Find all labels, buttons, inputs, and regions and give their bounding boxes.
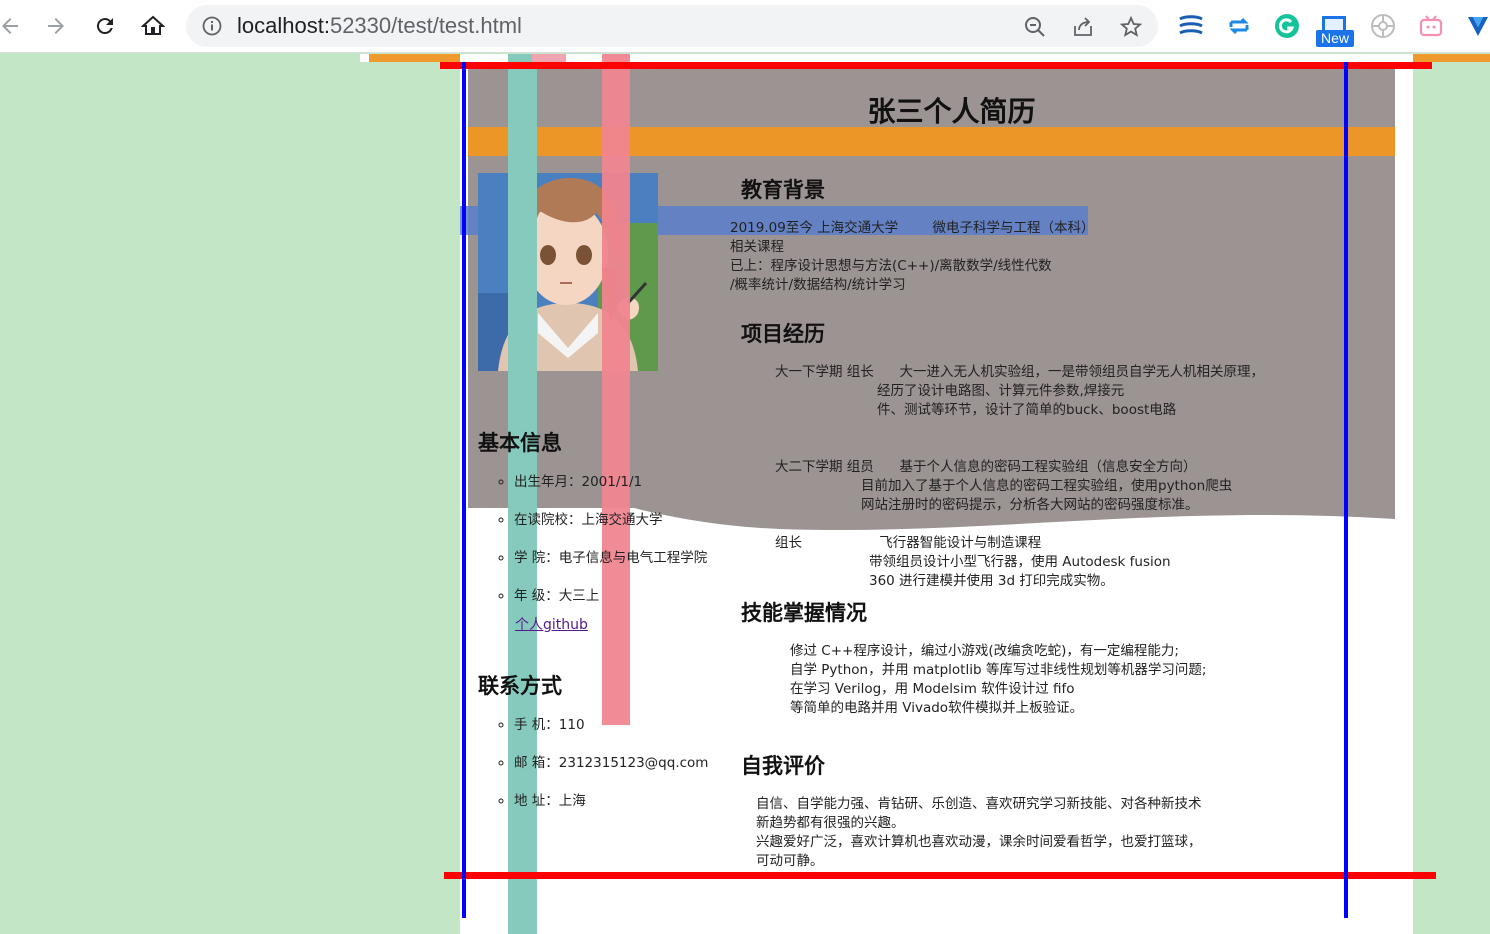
back-button[interactable]	[0, 10, 26, 42]
education-line-3: 已上：程序设计思想与方法(C++)/离散数学/线性代数	[730, 258, 1052, 274]
extension-bilibili-icon[interactable]	[1416, 11, 1446, 41]
education-line-2: 相关课程	[730, 239, 784, 255]
contact-heading: 联系方式	[478, 674, 562, 698]
red-guide-line-top	[440, 62, 1432, 69]
projects-heading: 项目经历	[741, 322, 825, 346]
contact-list: 手 机：110 邮 箱：2312315123@qq.com 地 址：上海	[496, 716, 708, 830]
github-link[interactable]: 个人github	[515, 614, 588, 634]
home-button[interactable]	[137, 10, 169, 42]
skills-line-2: 自学 Python，并用 matplotlib 等库写过非线性规划等机器学习问题…	[790, 662, 1207, 678]
back-arrow-icon	[2, 18, 18, 34]
self-eval-line-1: 自信、自学能力强、肯钻研、乐创造、喜欢研究学习新技能、对各种新技术	[756, 796, 1202, 812]
self-eval-line-4: 可动可静。	[756, 853, 824, 869]
extension-grammarly-icon[interactable]	[1272, 11, 1302, 41]
home-icon	[141, 15, 165, 35]
red-guide-line-bottom	[444, 872, 1436, 879]
extension-stack-icon[interactable]	[1176, 11, 1206, 41]
basic-info-college: 学 院：电子信息与电气工程学院	[514, 549, 707, 587]
reload-button[interactable]	[89, 10, 121, 42]
forward-arrow-icon	[48, 18, 64, 34]
education-line-4: /概率统计/数据结构/统计学习	[730, 277, 906, 293]
url-text[interactable]: localhost:52330/test/test.html	[237, 13, 522, 39]
forward-button[interactable]	[40, 10, 72, 42]
site-info-icon[interactable]	[202, 16, 222, 40]
skills-line-4: 等简单的电路并用 Vivado软件模拟并上板验证。	[790, 700, 1084, 716]
project-2-line-2: 目前加入了基于个人信息的密码工程实验组，使用python爬虫	[861, 478, 1233, 494]
address-bar[interactable]: localhost:52330/test/test.html	[186, 5, 1158, 47]
browser-toolbar: localhost:52330/test/test.html New	[0, 0, 1490, 53]
url-path: 52330/test/test.html	[329, 13, 522, 38]
bookmark-star-icon[interactable]	[1118, 14, 1144, 40]
extension-flower-icon[interactable]	[1368, 11, 1398, 41]
project-1-line-1: 大一下学期 组长 大一进入无人机实验组，一是带领组员自学无人机相关原理，	[775, 364, 1265, 380]
contact-phone: 手 机：110	[514, 716, 708, 754]
basic-info-school: 在读院校：上海交通大学	[514, 511, 707, 549]
self-eval-line-2: 新趋势都有很强的兴趣。	[756, 815, 905, 831]
share-icon[interactable]	[1070, 14, 1096, 40]
self-eval-line-3: 兴趣爱好广泛，喜欢计算机也喜欢动漫，课余时间爱看哲学，也爱打篮球，	[756, 834, 1202, 850]
basic-info-birth: 出生年月：2001/1/1	[514, 473, 707, 511]
blue-guide-line-left	[462, 62, 466, 918]
extension-v-icon[interactable]	[1463, 11, 1490, 41]
pink-top-mark	[532, 54, 566, 62]
reload-icon	[96, 18, 113, 35]
zoom-icon[interactable]	[1022, 14, 1048, 40]
url-host: localhost:	[237, 13, 330, 38]
project-3-line-2: 带领组员设计小型飞行器，使用 Autodesk fusion	[869, 554, 1171, 570]
project-2-line-1: 大二下学期 组员 基于个人信息的密码工程实验组（信息安全方向）	[775, 459, 1197, 475]
blue-guide-line-right	[1344, 62, 1348, 918]
skills-line-3: 在学习 Verilog，用 Modelsim 软件设计过 fifo	[790, 681, 1075, 697]
project-3-line-1: 组长 飞行器智能设计与制造课程	[775, 535, 1042, 551]
education-heading: 教育背景	[741, 178, 825, 202]
project-2-line-3: 网站注册时的密码提示，分析各大网站的密码强度标准。	[861, 497, 1199, 513]
project-1-line-3: 件、测试等环节，设计了简单的buck、boost电路	[877, 402, 1177, 418]
new-badge: New	[1316, 30, 1354, 47]
skills-line-1: 修过 C++程序设计，编过小游戏(改编贪吃蛇)，有一定编程能力;	[790, 643, 1179, 659]
basic-info-heading: 基本信息	[478, 431, 562, 455]
education-line-1: 2019.09至今 上海交通大学 微电子科学与工程（本科）	[730, 220, 1095, 236]
basic-info-list: 出生年月：2001/1/1 在读院校：上海交通大学 学 院：电子信息与电气工程学…	[496, 473, 707, 625]
self-eval-heading: 自我评价	[741, 754, 825, 778]
contact-address: 地 址：上海	[514, 792, 708, 830]
contact-email: 邮 箱：2312315123@qq.com	[514, 754, 708, 792]
profile-photo	[478, 173, 658, 371]
project-3-line-3: 360 进行建模并使用 3d 打印完成实物。	[869, 573, 1114, 589]
skills-heading: 技能掌握情况	[741, 601, 867, 625]
project-1-line-2: 经历了设计电路图、计算元件参数,焊接元	[877, 383, 1125, 399]
resume-page: 张三个人简历 教育背景 2019.09至今 上海交通大学 微电子科学与工程（本科…	[460, 54, 1413, 934]
extension-sync-icon[interactable]	[1224, 11, 1254, 41]
